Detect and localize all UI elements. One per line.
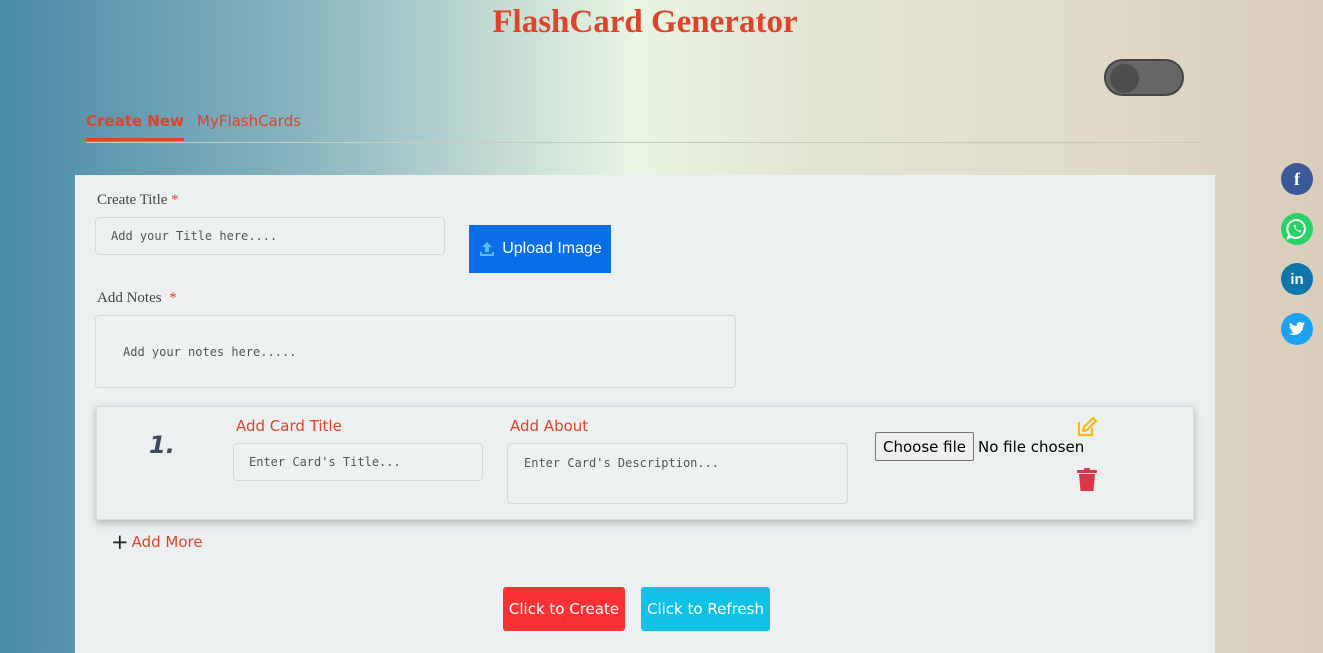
- twitter-icon[interactable]: [1281, 313, 1313, 345]
- create-title-label-text: Create Title: [97, 192, 168, 208]
- upload-icon: [480, 242, 495, 256]
- linkedin-icon[interactable]: in: [1281, 263, 1313, 295]
- card-image-file-input: Choose file No file chosen: [875, 432, 1084, 461]
- whatsapp-icon[interactable]: [1281, 213, 1313, 245]
- trash-icon[interactable]: [1076, 468, 1098, 492]
- card-about-textarea[interactable]: [507, 443, 848, 504]
- facebook-icon[interactable]: f: [1281, 163, 1313, 195]
- edit-icon[interactable]: [1076, 416, 1098, 438]
- required-marker: *: [171, 192, 179, 208]
- add-notes-label-text: Add Notes: [97, 290, 162, 306]
- upload-image-label: Upload Image: [502, 240, 602, 257]
- tab-create-new[interactable]: Create New: [86, 112, 184, 141]
- app-title: FlashCard Generator: [492, 4, 798, 40]
- card-number: 1.: [149, 431, 175, 459]
- tab-bar: Create New MyFlashCards: [86, 108, 1200, 143]
- create-title-label: Create Title *: [97, 192, 179, 209]
- refresh-button[interactable]: Click to Refresh: [641, 587, 770, 631]
- flashcard-item: 1. Add Card Title Add About Choose file …: [96, 406, 1194, 520]
- create-form-panel: Create Title * Upload Image Add Notes * …: [75, 175, 1215, 653]
- tab-my-flashcards[interactable]: MyFlashCards: [197, 112, 301, 138]
- title-input[interactable]: [95, 217, 445, 255]
- whatsapp-glyph: [1286, 218, 1306, 240]
- twitter-bird-glyph: [1288, 322, 1305, 335]
- toggle-knob: [1110, 64, 1139, 93]
- card-about-label: Add About: [510, 417, 589, 435]
- card-title-input[interactable]: [233, 443, 483, 481]
- add-more-button[interactable]: + Add More: [111, 530, 203, 554]
- required-marker: *: [169, 290, 177, 306]
- add-more-label: Add More: [131, 533, 203, 551]
- theme-toggle[interactable]: [1104, 59, 1184, 96]
- notes-textarea[interactable]: [95, 315, 736, 388]
- choose-file-button[interactable]: Choose file: [875, 432, 974, 461]
- create-button[interactable]: Click to Create: [503, 587, 625, 631]
- plus-icon: +: [111, 530, 129, 554]
- add-notes-label: Add Notes *: [97, 290, 177, 307]
- file-status: No file chosen: [978, 437, 1085, 456]
- card-title-label: Add Card Title: [236, 417, 342, 435]
- upload-image-button[interactable]: Upload Image: [469, 225, 611, 273]
